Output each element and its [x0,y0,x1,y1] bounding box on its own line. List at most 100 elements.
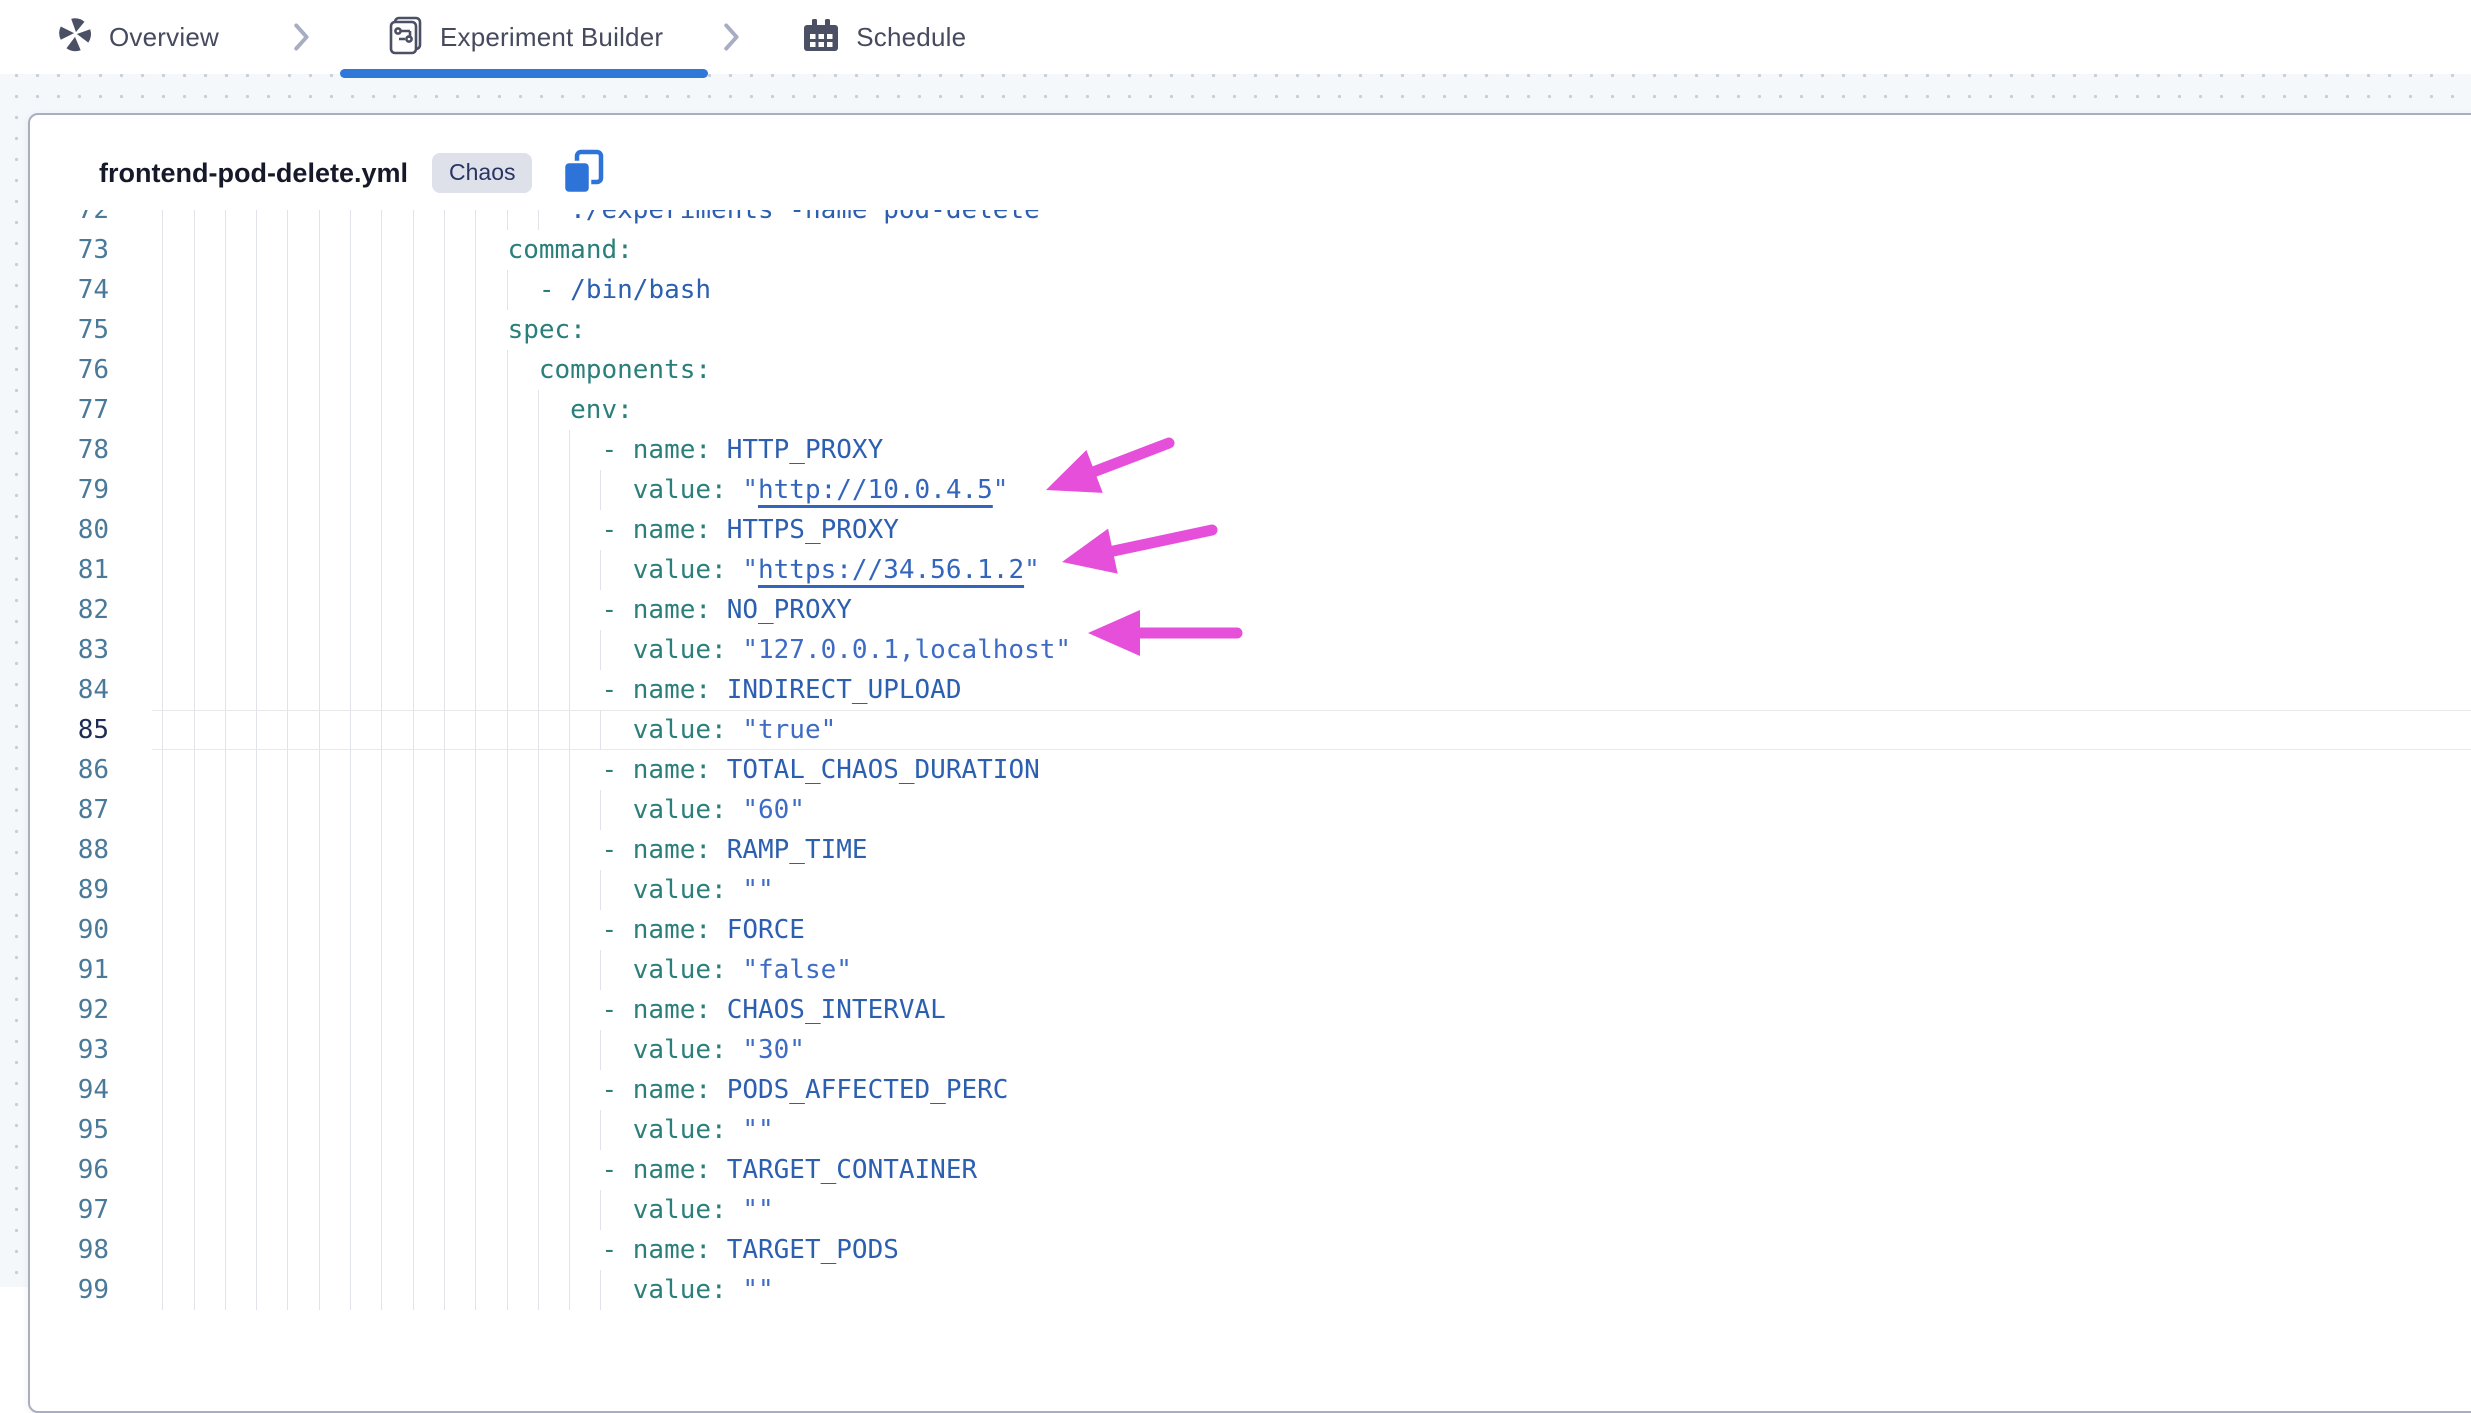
indent-guide [132,350,163,390]
indent-guide [445,910,476,950]
indent-space [570,750,601,790]
code-row-86[interactable]: 86- name: TOTAL_CHAOS_DURATION [30,750,2471,790]
code-row-96[interactable]: 96- name: TARGET_CONTAINER [30,1150,2471,1190]
indent-space [601,470,632,510]
indent-guide [476,830,507,870]
code-token: "" [742,1190,773,1230]
code-token: - name: [601,1230,726,1270]
code-row-94[interactable]: 94- name: PODS_AFFECTED_PERC [30,1070,2471,1110]
indent-guide [320,1070,351,1110]
code-row-84[interactable]: 84- name: INDIRECT_UPLOAD [30,670,2471,710]
indent-guide [476,390,507,430]
line-number: 75 [30,310,109,350]
indent-guide [195,870,226,910]
code-row-95[interactable]: 95value: "" [30,1110,2471,1150]
indent-space [601,1030,632,1070]
indent-guide [226,1070,257,1110]
indent-guide [508,830,539,870]
code-row-74[interactable]: 74- /bin/bash [30,270,2471,310]
code-row-90[interactable]: 90- name: FORCE [30,910,2471,950]
indent-space [508,270,539,310]
indent-guide [320,1270,351,1310]
code-row-83[interactable]: 83value: "127.0.0.1,localhost" [30,630,2471,670]
code-row-77[interactable]: 77env: [30,390,2471,430]
code-row-87[interactable]: 87value: "60" [30,790,2471,830]
indent-guide [445,550,476,590]
indent-guide [382,910,413,950]
code-row-79[interactable]: 79value: "http://10.0.4.5" [30,470,2471,510]
tab-experiment-builder[interactable]: Experiment Builder [385,14,663,61]
code-link[interactable]: http://10.0.4.5 [758,470,993,510]
indent-guide [226,270,257,310]
code-row-78[interactable]: 78- name: HTTP_PROXY [30,430,2471,470]
indent-guide [414,950,445,990]
manifest-card: frontend-pod-delete.yml Chaos 72./experi… [28,113,2471,1413]
code-row-80[interactable]: 80- name: HTTPS_PROXY [30,510,2471,550]
indent-guide [414,750,445,790]
code-token: value: [633,1030,743,1070]
indent-guide [539,470,570,510]
indent-guide [351,1270,382,1310]
indent-guide [226,830,257,870]
yaml-editor[interactable]: 72./experiments -name pod-delete73comman… [30,210,2471,1411]
code-row-93[interactable]: 93value: "30" [30,1030,2471,1070]
line-number: 85 [30,710,109,750]
code-row-91[interactable]: 91value: "false" [30,950,2471,990]
indent-guide [320,310,351,350]
code-row-98[interactable]: 98- name: TARGET_PODS [30,1230,2471,1270]
code-row-82[interactable]: 82- name: NO_PROXY [30,590,2471,630]
code-token: - name: [601,830,726,870]
code-row-85[interactable]: 85value: "true" [30,710,2471,750]
code-row-92[interactable]: 92- name: CHAOS_INTERVAL [30,990,2471,1030]
code-row-89[interactable]: 89value: "" [30,870,2471,910]
tab-overview[interactable]: Overview [56,16,219,59]
indent-guide [570,470,601,510]
indent-guide [445,310,476,350]
code-row-97[interactable]: 97value: "" [30,1190,2471,1230]
indent-guide [320,750,351,790]
indent-guide [570,870,601,910]
indent-guide [195,790,226,830]
indent-guide [445,350,476,390]
code-row-72[interactable]: 72./experiments -name pod-delete [30,210,2471,230]
code-row-76[interactable]: 76components: [30,350,2471,390]
indent-guide [226,1030,257,1070]
indent-guide [257,1190,288,1230]
indent-guide [476,990,507,1030]
indent-space [601,1110,632,1150]
tab-schedule[interactable]: Schedule [801,15,966,60]
indent-guide [320,630,351,670]
code-row-99[interactable]: 99value: "" [30,1270,2471,1310]
code-token: - name: [601,590,726,630]
code-row-73[interactable]: 73command: [30,230,2471,270]
indent-guide [382,1230,413,1270]
code-row-88[interactable]: 88- name: RAMP_TIME [30,830,2471,870]
indent-guide [351,710,382,750]
indent-guide [382,590,413,630]
indent-guide [351,350,382,390]
indent-guide [163,750,194,790]
indent-guide [476,950,507,990]
code-row-81[interactable]: 81value: "https://34.56.1.2" [30,550,2471,590]
indent-guide [445,710,476,750]
indent-guide [414,1270,445,1310]
indent-guide [257,550,288,590]
indent-guide [195,1270,226,1310]
indent-guide [414,270,445,310]
indent-guide [320,590,351,630]
indent-guide [257,790,288,830]
code-token: TARGET_PODS [727,1230,899,1270]
indent-guide [195,230,226,270]
indent-guide [226,670,257,710]
indent-guide [351,1190,382,1230]
code-row-75[interactable]: 75spec: [30,310,2471,350]
chaos-badge: Chaos [432,153,532,193]
indent-guide [288,790,319,830]
indent-guide [257,1030,288,1070]
indent-guide [414,1230,445,1270]
indent-guide [195,1190,226,1230]
indent-guide [226,550,257,590]
copy-icon[interactable] [560,149,606,197]
indent-guide [476,910,507,950]
code-link[interactable]: https://34.56.1.2 [758,550,1024,590]
